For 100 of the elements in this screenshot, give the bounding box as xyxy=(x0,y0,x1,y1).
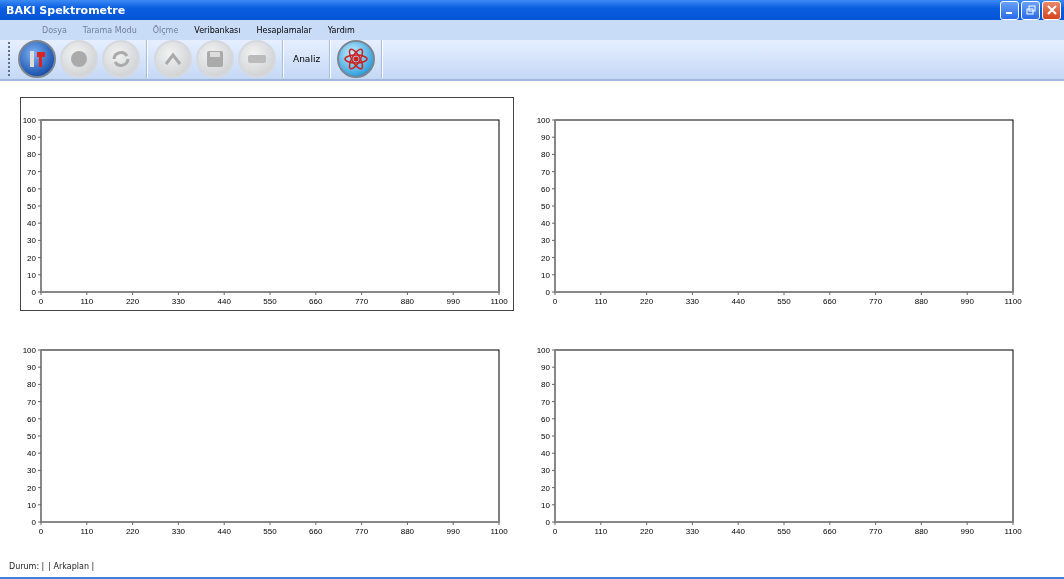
x-tick-label: 440 xyxy=(217,296,231,306)
x-tick-label: 1100 xyxy=(490,526,508,536)
x-tick-label: 990 xyxy=(446,296,460,306)
x-tick-label: 0 xyxy=(38,296,44,306)
x-tick-label: 990 xyxy=(960,296,974,306)
y-tick-label: 20 xyxy=(541,483,550,493)
y-tick-label: 40 xyxy=(541,218,550,228)
y-tick-label: 50 xyxy=(27,201,36,211)
x-tick-label: 0 xyxy=(552,296,558,306)
y-tick-label: 70 xyxy=(541,167,550,177)
x-tick-label: 1100 xyxy=(1004,296,1022,306)
y-tick-label: 80 xyxy=(27,150,36,160)
x-tick-label: 110 xyxy=(594,296,608,306)
blank-icon xyxy=(247,54,267,65)
x-tick-label: 770 xyxy=(868,526,883,536)
y-tick-label: 80 xyxy=(541,150,550,160)
y-tick-label: 30 xyxy=(541,236,550,246)
x-tick-label: 660 xyxy=(309,526,323,536)
x-tick-label: 220 xyxy=(639,526,654,536)
x-tick-label: 330 xyxy=(171,526,186,536)
x-tick-label: 110 xyxy=(80,296,94,306)
y-tick-label: 90 xyxy=(541,362,550,372)
x-tick-label: 660 xyxy=(823,526,837,536)
y-tick-label: 10 xyxy=(27,500,36,510)
x-tick-label: 0 xyxy=(552,526,558,536)
x-tick-label: 440 xyxy=(217,526,231,536)
y-tick-label: 60 xyxy=(27,414,36,424)
toolbar-label[interactable]: Analiz xyxy=(290,54,324,65)
x-tick-label: 880 xyxy=(914,296,929,306)
y-tick-label: 100 xyxy=(22,345,36,355)
tools-button[interactable] xyxy=(18,40,56,79)
x-tick-label: 0 xyxy=(38,526,44,536)
y-tick-label: 80 xyxy=(541,380,550,390)
window-title: BAKI Spektrometre xyxy=(6,3,126,17)
y-tick-label: 80 xyxy=(27,380,36,390)
x-tick-label: 550 xyxy=(777,526,791,536)
x-tick-label: 990 xyxy=(446,526,460,536)
y-tick-label: 10 xyxy=(541,270,550,280)
y-tick-label: 100 xyxy=(22,115,36,125)
chevron-up-icon xyxy=(163,51,183,68)
y-tick-label: 90 xyxy=(27,132,36,142)
save-icon xyxy=(206,50,224,69)
status-text: | Arkaplan | xyxy=(48,562,95,572)
y-tick-label: 50 xyxy=(541,431,550,441)
y-tick-label: 100 xyxy=(536,345,550,355)
x-tick-label: 220 xyxy=(125,296,140,306)
x-tick-label: 550 xyxy=(263,526,277,536)
y-tick-label: 90 xyxy=(541,132,550,142)
menu-item[interactable]: Veribankası xyxy=(186,25,249,35)
x-tick-label: 110 xyxy=(594,526,608,536)
y-tick-label: 70 xyxy=(27,167,36,177)
x-tick-label: 770 xyxy=(354,526,369,536)
x-tick-label: 440 xyxy=(731,526,745,536)
x-tick-label: 880 xyxy=(914,526,929,536)
x-tick-label: 880 xyxy=(400,296,415,306)
y-tick-label: 40 xyxy=(27,218,36,228)
x-tick-label: 220 xyxy=(639,296,654,306)
x-tick-label: 110 xyxy=(80,526,94,536)
y-tick-label: 50 xyxy=(27,431,36,441)
x-tick-label: 880 xyxy=(400,526,415,536)
y-tick-label: 30 xyxy=(27,466,36,476)
x-tick-label: 330 xyxy=(685,296,700,306)
x-tick-label: 330 xyxy=(685,526,700,536)
y-tick-label: 70 xyxy=(27,397,36,407)
circle-icon xyxy=(70,50,88,69)
refresh-icon xyxy=(111,50,131,69)
y-tick-label: 100 xyxy=(536,115,550,125)
y-tick-label: 60 xyxy=(27,184,36,194)
x-tick-label: 1100 xyxy=(490,296,508,306)
y-tick-label: 20 xyxy=(27,253,36,263)
y-tick-label: 40 xyxy=(541,448,550,458)
y-tick-label: 50 xyxy=(541,201,550,211)
menu-item[interactable]: Yardım xyxy=(319,25,363,35)
minimize-button[interactable] xyxy=(1000,0,1019,20)
menu-item[interactable]: Hesaplamalar xyxy=(248,25,320,35)
y-tick-label: 90 xyxy=(27,362,36,372)
x-tick-label: 440 xyxy=(731,296,745,306)
y-tick-label: 20 xyxy=(27,483,36,493)
x-tick-label: 330 xyxy=(171,296,186,306)
y-tick-label: 0 xyxy=(31,287,36,297)
y-tick-label: 40 xyxy=(27,448,36,458)
y-tick-label: 70 xyxy=(541,397,550,407)
x-tick-label: 550 xyxy=(263,296,277,306)
x-tick-label: 1100 xyxy=(1004,526,1022,536)
atom-button[interactable] xyxy=(337,40,376,79)
y-tick-label: 20 xyxy=(541,253,550,263)
close-icon xyxy=(1046,5,1057,16)
y-tick-label: 0 xyxy=(545,287,550,297)
restore-button[interactable] xyxy=(1021,0,1040,20)
x-tick-label: 550 xyxy=(777,296,791,306)
y-tick-label: 0 xyxy=(31,517,36,527)
x-tick-label: 660 xyxy=(309,296,323,306)
restore-icon xyxy=(1025,5,1036,16)
x-tick-label: 220 xyxy=(125,526,140,536)
close-button[interactable] xyxy=(1042,0,1061,20)
y-tick-label: 30 xyxy=(27,236,36,246)
x-tick-label: 990 xyxy=(960,526,974,536)
y-tick-label: 10 xyxy=(27,270,36,280)
y-tick-label: 0 xyxy=(545,517,550,527)
y-tick-label: 30 xyxy=(541,466,550,476)
